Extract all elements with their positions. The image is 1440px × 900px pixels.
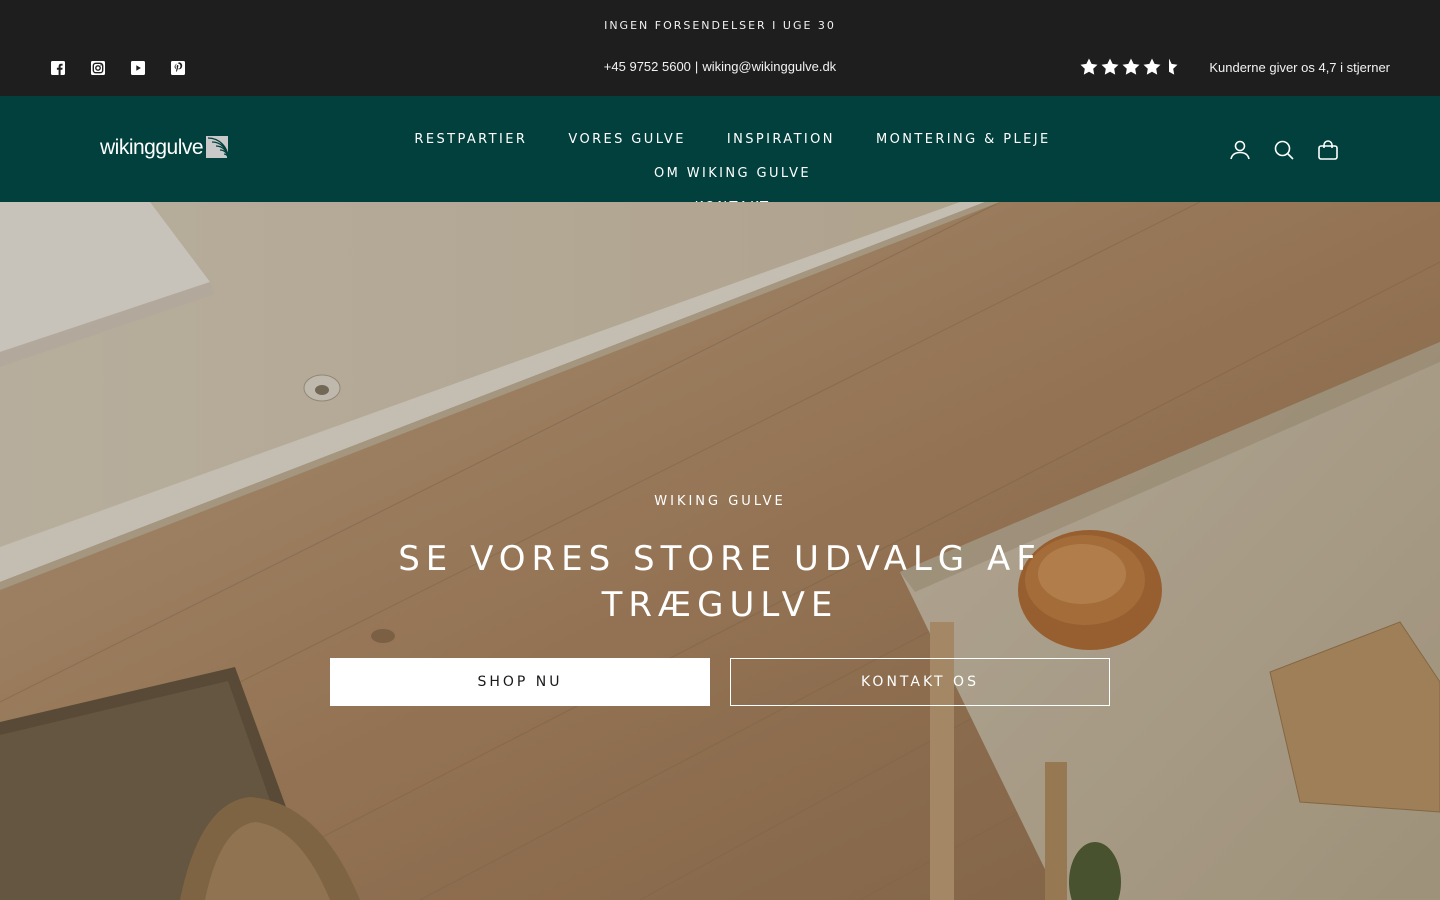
wood-rings-logo-icon — [206, 136, 229, 158]
hero-subtitle: WIKING GULVE — [654, 494, 786, 509]
site-header: wikinggulve RESTPARTIER VORES GULVE INSP… — [0, 96, 1440, 215]
hero-banner: WIKING GULVE SE VORES STORE UDVALG AF TR… — [0, 202, 1440, 900]
rating-text: Kunderne giver os 4,7 i stjerner — [1209, 59, 1390, 75]
star-icon — [1101, 58, 1119, 75]
customer-rating[interactable]: Kunderne giver os 4,7 i stjerner — [1079, 57, 1390, 77]
contact-separator: | — [694, 59, 699, 74]
header-actions — [1228, 138, 1340, 162]
hero-title: SE VORES STORE UDVALG AF TRÆGULVE — [398, 539, 1042, 625]
star-icon — [1122, 58, 1140, 75]
nav-item-inspiration[interactable]: INSPIRATION — [727, 124, 835, 156]
email-link[interactable]: wiking@wikinggulve.dk — [702, 59, 836, 74]
nav-item-om-wiking-gulve[interactable]: OM WIKING GULVE — [654, 158, 811, 190]
search-icon[interactable] — [1272, 138, 1296, 162]
rating-stars — [1079, 57, 1183, 77]
account-icon[interactable] — [1228, 138, 1252, 162]
phone-link[interactable]: +45 9752 5600 — [604, 59, 691, 74]
star-icon — [1143, 58, 1161, 75]
cart-icon[interactable] — [1316, 138, 1340, 162]
announcement-bar: INGEN FORSENDELSER I UGE 30 +45 9752 560… — [0, 0, 1440, 96]
logo-text: wikinggulve — [100, 136, 204, 159]
shop-now-button[interactable]: SHOP NU — [330, 658, 710, 706]
nav-item-restpartier[interactable]: RESTPARTIER — [414, 124, 527, 156]
nav-item-montering-pleje[interactable]: MONTERING & PLEJE — [876, 124, 1051, 156]
logo[interactable]: wikinggulve — [100, 136, 229, 160]
contact-us-button[interactable]: KONTAKT OS — [730, 658, 1110, 706]
half-star-icon — [1169, 58, 1178, 75]
star-icon — [1080, 58, 1098, 75]
nav-item-vores-gulve[interactable]: VORES GULVE — [568, 124, 685, 156]
announcement-text: INGEN FORSENDELSER I UGE 30 — [604, 19, 836, 32]
